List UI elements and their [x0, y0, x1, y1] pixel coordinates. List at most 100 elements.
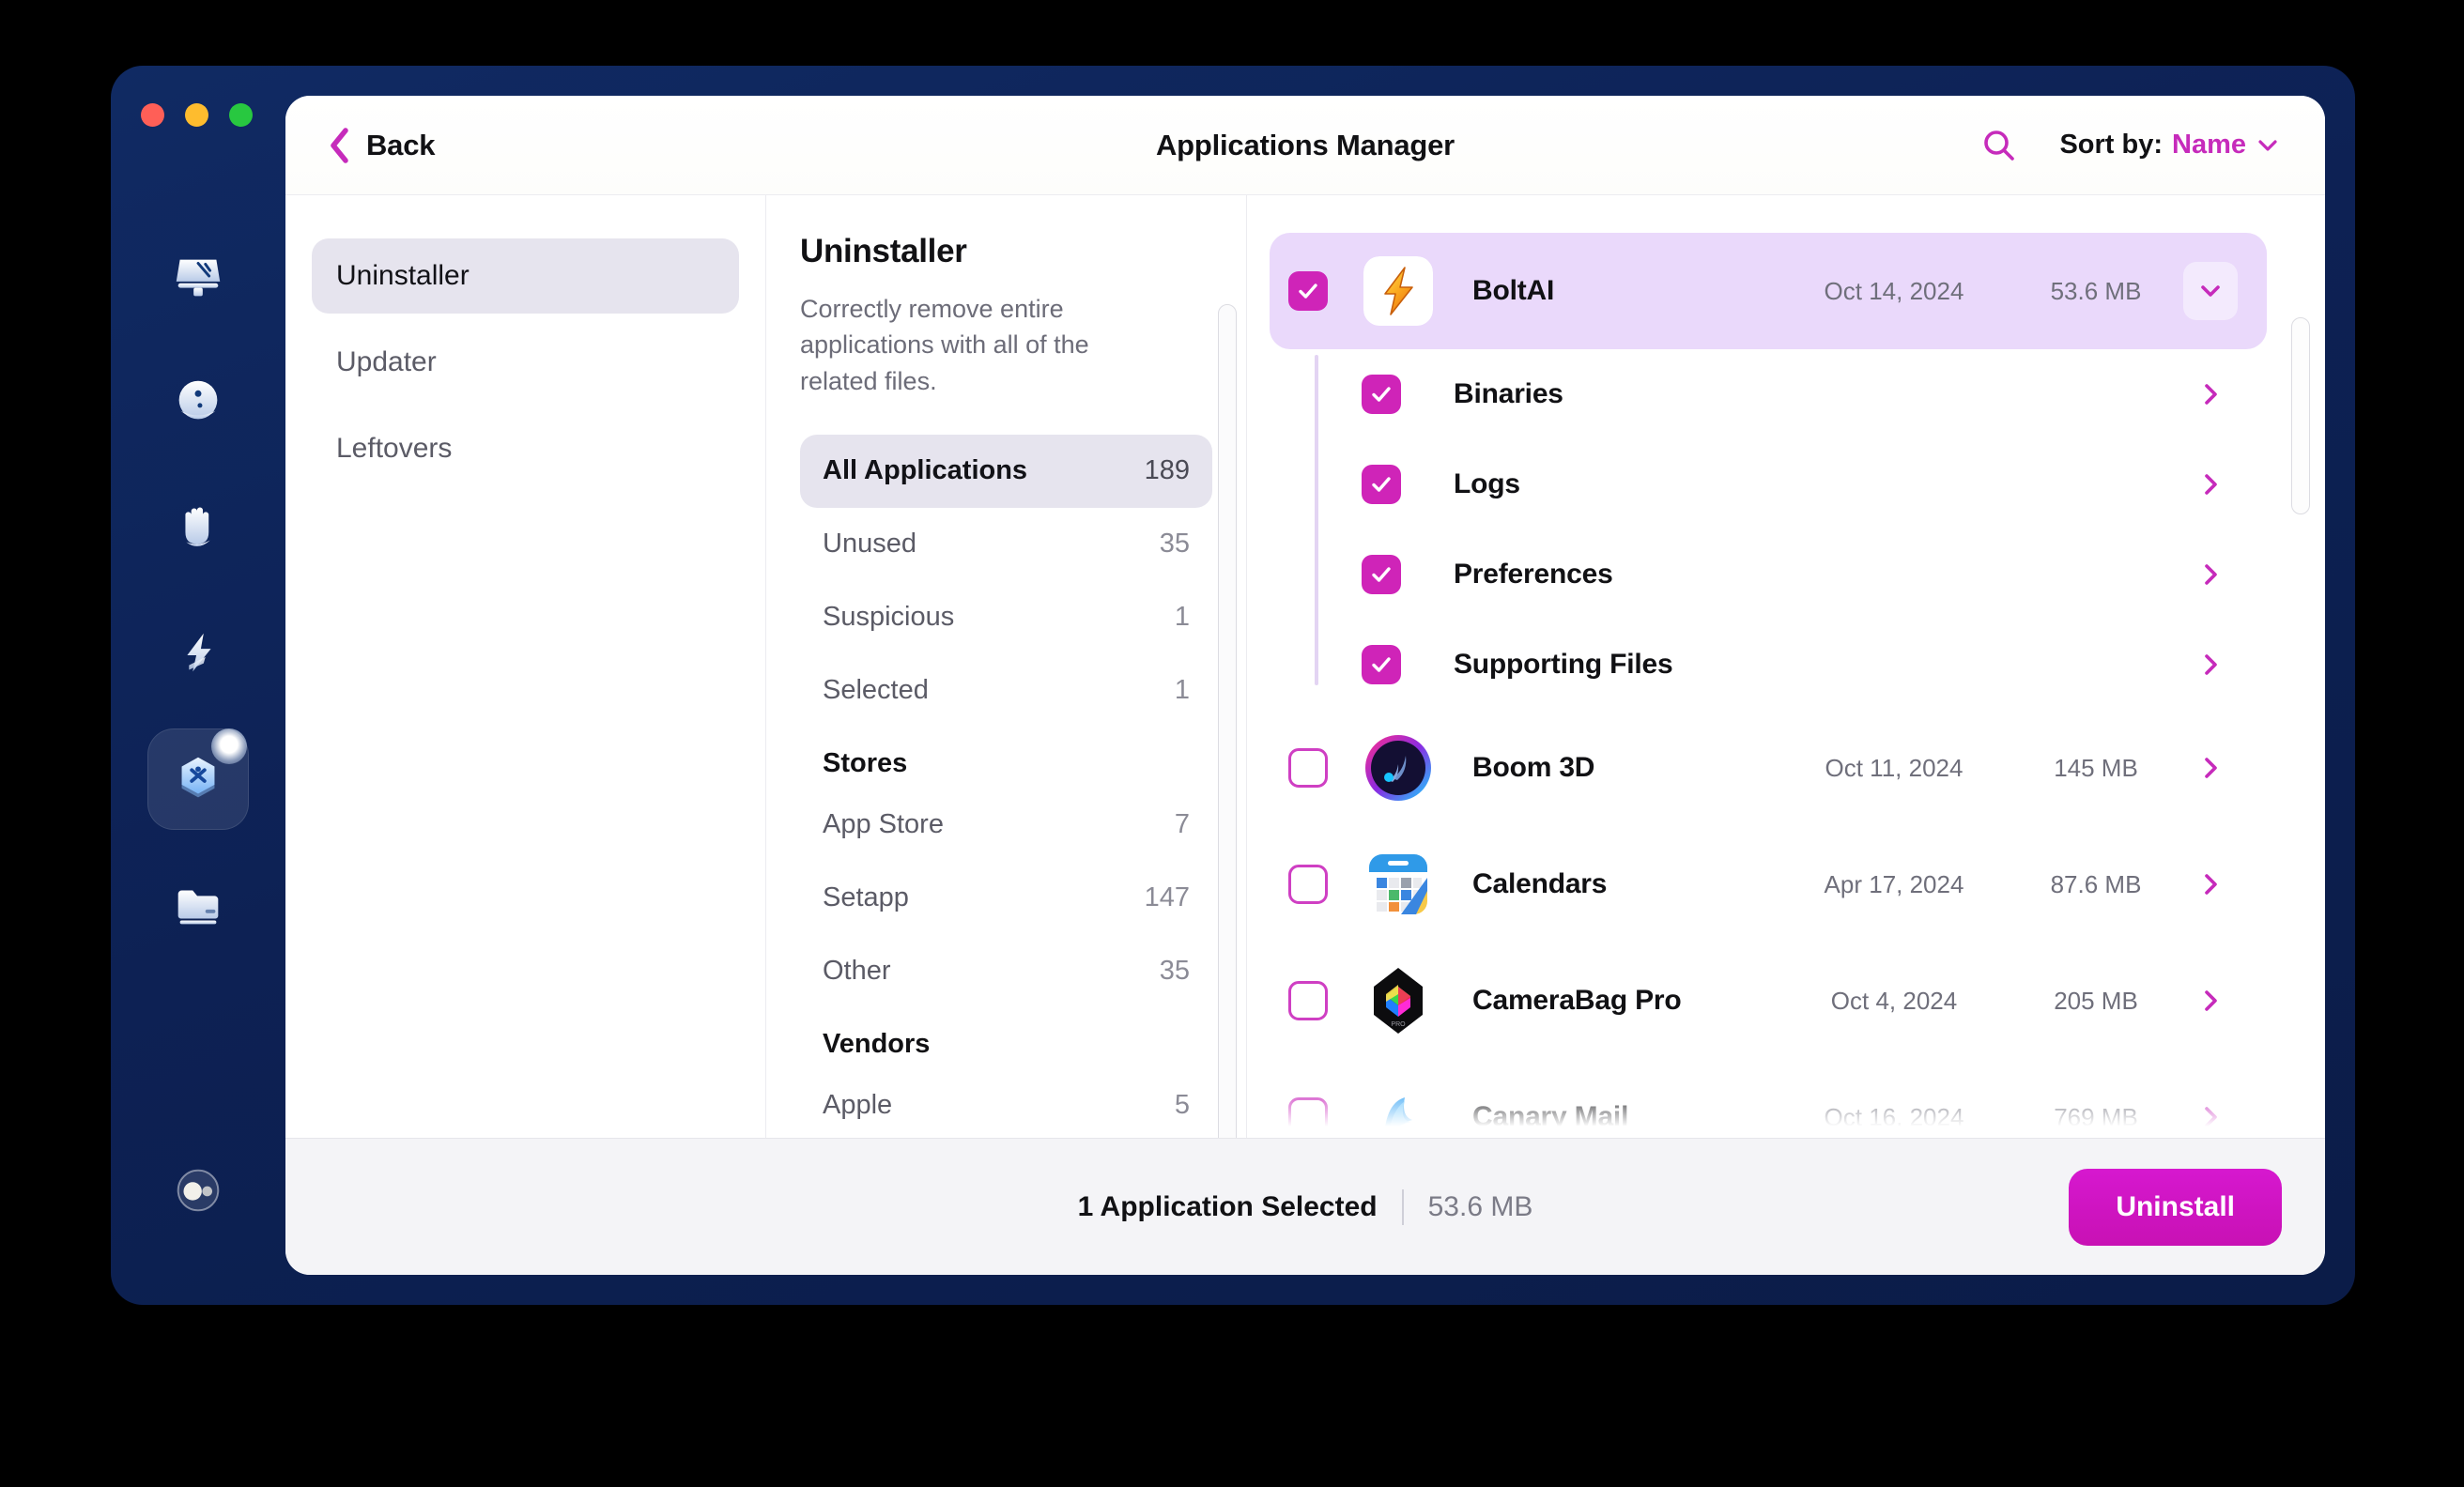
sort-by-value: Name: [2172, 130, 2246, 160]
subitem-expand-button[interactable]: [2180, 380, 2241, 408]
close-window-button[interactable]: [141, 103, 164, 127]
face-circle-icon: [178, 380, 218, 420]
table-row[interactable]: Calendars Apr 17, 2024 87.6 MB: [1270, 826, 2267, 943]
search-icon: [1984, 130, 2015, 161]
category-label: Suspicious: [823, 602, 955, 633]
list-item[interactable]: Binaries: [1288, 349, 2267, 439]
calendars-icon: [1369, 854, 1427, 914]
chevron-down-icon: [2201, 285, 2220, 297]
subitem-label: Logs: [1454, 468, 1520, 499]
sort-by-label: Sort by:: [2059, 130, 2163, 160]
app-name: BoltAI: [1472, 275, 1555, 306]
list-item[interactable]: Logs: [1288, 439, 2267, 529]
dock-item-protection[interactable]: [147, 351, 249, 452]
checkmark-icon: [1372, 387, 1391, 402]
category-label: All Applications: [823, 455, 1028, 486]
dock-item-privacy[interactable]: [147, 477, 249, 578]
table-row[interactable]: BoltAI Oct 14, 2024 53.6 MB: [1270, 233, 2267, 349]
row-expand-button[interactable]: [2180, 870, 2241, 898]
chevron-right-icon: [2205, 874, 2217, 895]
app-subitems-group: Binaries Logs Preferences Supporting Fil…: [1270, 349, 2267, 710]
category-unused[interactable]: Unused 35: [800, 508, 1212, 581]
subitem-expand-button[interactable]: [2180, 470, 2241, 498]
category-suspicious[interactable]: Suspicious 1: [800, 581, 1212, 654]
folder-icon: [177, 890, 219, 925]
sort-by-dropdown[interactable]: Sort by: Name: [2059, 130, 2280, 161]
chevron-left-icon: [331, 127, 348, 163]
app-name: Boom 3D: [1472, 752, 1595, 783]
maximize-window-button[interactable]: [229, 103, 253, 127]
collapse-button[interactable]: [2183, 262, 2238, 320]
row-checkbox-unchecked[interactable]: [1288, 865, 1328, 904]
category-app-store[interactable]: App Store 7: [800, 789, 1212, 862]
subitem-expand-button[interactable]: [2180, 560, 2241, 589]
application-list-column: BoltAI Oct 14, 2024 53.6 MB Binaries Log…: [1247, 195, 2325, 1138]
search-button[interactable]: [1980, 127, 2018, 164]
app-icon-boltai: [1363, 256, 1433, 326]
bottom-action-bar: 1 Application Selected 53.6 MB Uninstall: [285, 1138, 2325, 1275]
uninstall-button[interactable]: Uninstall: [2069, 1168, 2282, 1246]
table-row[interactable]: PRO CameraBag Pro Oct 4, 2024 205 MB: [1270, 943, 2267, 1059]
subitem-label: Preferences: [1454, 559, 1613, 590]
category-other[interactable]: Other 35: [800, 935, 1212, 1008]
selected-size-label: 53.6 MB: [1427, 1190, 1533, 1222]
dock-item-cleanup[interactable]: [147, 225, 249, 327]
category-title: Uninstaller: [800, 233, 967, 269]
desktop-background: Back Applications Manager Sort by: Name: [0, 0, 2464, 1487]
subitem-checkbox-checked[interactable]: [1362, 555, 1401, 594]
category-setapp[interactable]: Setapp 147: [800, 862, 1212, 935]
chevron-right-icon: [2205, 474, 2217, 495]
category-apple[interactable]: Apple 5: [800, 1069, 1212, 1138]
dock-item-applications[interactable]: [147, 728, 249, 830]
nav-item-uninstaller[interactable]: Uninstaller: [312, 238, 739, 314]
app-icon-camerabag: PRO: [1363, 966, 1433, 1035]
row-checkbox-unchecked[interactable]: [1288, 1097, 1328, 1137]
lightning-bolt-icon: [187, 633, 211, 672]
back-button[interactable]: Back: [327, 125, 436, 166]
application-window: Back Applications Manager Sort by: Name: [111, 66, 2355, 1305]
subitem-expand-button[interactable]: [2180, 651, 2241, 679]
list-item[interactable]: Preferences: [1288, 529, 2267, 620]
category-description: Correctly remove entire applications wit…: [800, 295, 1089, 395]
nav-item-leftovers[interactable]: Leftovers: [312, 411, 739, 486]
subitem-checkbox-checked[interactable]: [1362, 375, 1401, 414]
category-section-stores: Stores: [823, 747, 908, 778]
dock-item-assistant[interactable]: [147, 1140, 249, 1241]
row-checkbox-unchecked[interactable]: [1288, 981, 1328, 1020]
chevron-right-icon: [2205, 654, 2217, 675]
chevron-right-icon: [2205, 384, 2217, 405]
category-selected[interactable]: Selected 1: [800, 654, 1212, 728]
dock-item-files[interactable]: [147, 854, 249, 956]
subitem-checkbox-checked[interactable]: [1362, 645, 1401, 684]
nav-item-updater[interactable]: Updater: [312, 325, 739, 400]
app-size: 205 MB: [2054, 986, 2138, 1015]
row-checkbox-checked[interactable]: [1288, 271, 1328, 311]
category-scrollbar[interactable]: [1218, 304, 1237, 1138]
boom3d-icon: [1365, 735, 1431, 801]
application-list-scrollbar[interactable]: [2291, 317, 2310, 514]
category-count: 35: [1159, 956, 1190, 987]
category-count: 189: [1144, 455, 1190, 486]
boltai-icon: [1363, 256, 1433, 326]
minimize-window-button[interactable]: [185, 103, 208, 127]
table-row[interactable]: Canary Mail Oct 16, 2024 769 MB: [1270, 1059, 2267, 1138]
row-expand-area[interactable]: [2180, 262, 2241, 320]
row-expand-button[interactable]: [2180, 754, 2241, 782]
category-label: Other: [823, 956, 891, 987]
subitem-label: Binaries: [1454, 378, 1563, 409]
canarymail-icon: [1363, 1082, 1433, 1138]
list-item[interactable]: Supporting Files: [1288, 620, 2267, 710]
category-label: Setapp: [823, 882, 909, 913]
top-toolbar: Back Applications Manager Sort by: Name: [285, 96, 2325, 195]
table-row[interactable]: Boom 3D Oct 11, 2024 145 MB: [1270, 710, 2267, 826]
category-label: App Store: [823, 809, 944, 840]
dock-item-performance[interactable]: [147, 603, 249, 704]
row-expand-button[interactable]: [2180, 1103, 2241, 1131]
subitem-checkbox-checked[interactable]: [1362, 465, 1401, 504]
row-expand-button[interactable]: [2180, 987, 2241, 1015]
hand-icon: [185, 507, 210, 546]
row-checkbox-unchecked[interactable]: [1288, 748, 1328, 788]
back-label: Back: [366, 128, 436, 161]
chevron-right-icon: [2205, 564, 2217, 585]
category-all-applications[interactable]: All Applications 189: [800, 434, 1212, 508]
